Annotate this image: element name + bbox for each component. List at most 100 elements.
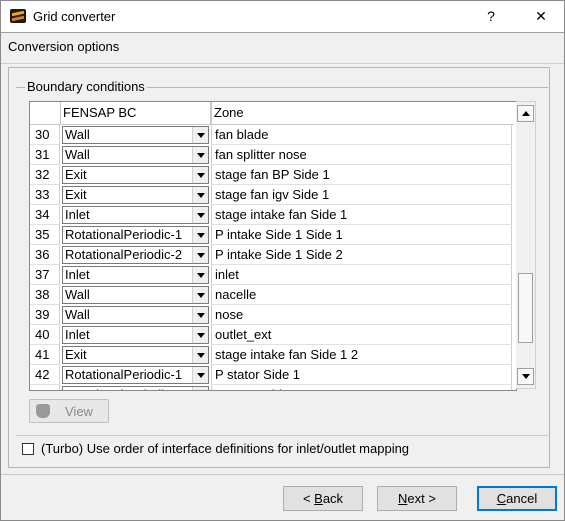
row-number: 33 bbox=[30, 185, 60, 205]
fensap-bc-dropdown[interactable]: Wall bbox=[62, 306, 209, 324]
title-bar[interactable]: Grid converter ? ✕ bbox=[1, 1, 564, 32]
zone-cell: P intake Side 1 Side 2 bbox=[211, 245, 512, 265]
cancel-rest: ancel bbox=[506, 491, 538, 506]
fensap-bc-dropdown[interactable]: Wall bbox=[62, 286, 209, 304]
row-number: 35 bbox=[30, 225, 60, 245]
row-header-corner bbox=[30, 102, 61, 125]
chevron-down-icon[interactable] bbox=[192, 267, 208, 283]
zone-cell: stage fan BP Side 1 bbox=[211, 165, 512, 185]
zone-cell: fan splitter nose bbox=[211, 145, 512, 165]
zone-cell: P stator Side 2 bbox=[211, 385, 512, 390]
app-icon bbox=[10, 9, 26, 23]
zone-cell: stage intake fan Side 1 2 bbox=[211, 345, 512, 365]
cancel-accel: C bbox=[496, 491, 507, 506]
table-row[interactable]: 32 Exit stage fan BP Side 1 bbox=[30, 165, 516, 185]
chevron-down-icon[interactable] bbox=[192, 307, 208, 323]
zone-cell: inlet bbox=[211, 265, 512, 285]
zone-cell: stage fan igv Side 1 bbox=[211, 185, 512, 205]
zone-cell: nose bbox=[211, 305, 512, 325]
chevron-down-icon[interactable] bbox=[192, 167, 208, 183]
scrollbar-thumb[interactable] bbox=[518, 273, 533, 343]
table-row[interactable]: 36 RotationalPeriodic-2 P intake Side 1 Si… bbox=[30, 245, 516, 265]
chevron-down-icon[interactable] bbox=[192, 347, 208, 363]
boundary-conditions-label: Boundary conditions bbox=[25, 79, 147, 94]
help-button[interactable]: ? bbox=[471, 1, 511, 32]
fensap-bc-value: Wall bbox=[65, 147, 90, 162]
fensap-bc-value: Wall bbox=[65, 307, 90, 322]
row-number: 34 bbox=[30, 205, 60, 225]
back-rest: ack bbox=[322, 491, 344, 506]
section-divider bbox=[1, 63, 564, 64]
fensap-bc-dropdown[interactable]: Exit bbox=[62, 346, 209, 364]
view-button-label: View bbox=[65, 404, 93, 419]
chevron-down-icon[interactable] bbox=[192, 327, 208, 343]
table-row[interactable]: 37 Inlet inlet bbox=[30, 265, 516, 285]
fensap-bc-value: Inlet bbox=[65, 327, 90, 342]
back-accel: B bbox=[314, 491, 323, 506]
fensap-bc-value: Inlet bbox=[65, 207, 90, 222]
turbo-checkbox-label[interactable]: (Turbo) Use order of interface definitio… bbox=[41, 441, 409, 456]
fensap-bc-value: Exit bbox=[65, 187, 87, 202]
next-button[interactable]: Next > bbox=[377, 486, 457, 511]
table-row[interactable]: 38 Wall nacelle bbox=[30, 285, 516, 305]
shield-icon bbox=[36, 404, 50, 418]
scroll-down-arrow-icon[interactable] bbox=[517, 368, 534, 385]
cancel-button[interactable]: Cancel bbox=[477, 486, 557, 511]
row-number: 40 bbox=[30, 325, 60, 345]
fensap-bc-dropdown[interactable]: RotationalPeriodic-2 bbox=[62, 246, 209, 264]
fensap-bc-dropdown[interactable]: RotationalPeriodic-1 bbox=[62, 366, 209, 384]
fensap-bc-dropdown[interactable]: Inlet bbox=[62, 326, 209, 344]
fensap-bc-value: Inlet bbox=[65, 267, 90, 282]
table-row[interactable]: 30 Wall fan blade bbox=[30, 125, 516, 145]
fensap-bc-dropdown[interactable]: Exit bbox=[62, 166, 209, 184]
chevron-down-icon[interactable] bbox=[192, 207, 208, 223]
chevron-down-icon[interactable] bbox=[192, 187, 208, 203]
scroll-up-arrow-icon[interactable] bbox=[517, 105, 534, 122]
chevron-down-icon[interactable] bbox=[192, 387, 208, 390]
table-row[interactable]: 35 RotationalPeriodic-1 P intake Side 1 Si… bbox=[30, 225, 516, 245]
window-title: Grid converter bbox=[33, 9, 116, 24]
grid-vertical-scrollbar[interactable] bbox=[516, 101, 536, 389]
row-number: 39 bbox=[30, 305, 60, 325]
title-divider bbox=[1, 32, 564, 33]
next-suffix: > bbox=[424, 491, 436, 506]
table-row[interactable]: 41 Exit stage intake fan Side 1 2 bbox=[30, 345, 516, 365]
boundary-conditions-grid[interactable]: FENSAP BC Zone 30 Wall fan blade 31 Wall fan … bbox=[29, 101, 517, 391]
table-row[interactable]: 34 Inlet stage intake fan Side 1 bbox=[30, 205, 516, 225]
fensap-bc-dropdown[interactable]: Exit bbox=[62, 186, 209, 204]
fensap-bc-dropdown[interactable]: Wall bbox=[62, 146, 209, 164]
next-accel: N bbox=[398, 491, 408, 506]
row-number: 37 bbox=[30, 265, 60, 285]
turbo-checkbox[interactable] bbox=[22, 443, 34, 455]
close-icon: ✕ bbox=[535, 8, 547, 24]
close-button[interactable]: ✕ bbox=[521, 1, 561, 32]
column-header-zone[interactable]: Zone bbox=[211, 102, 514, 125]
table-row[interactable]: 43 RotationalPeriodic-2 P stator Side 2 bbox=[30, 385, 516, 390]
row-number: 41 bbox=[30, 345, 60, 365]
fensap-bc-dropdown[interactable]: RotationalPeriodic-2 bbox=[62, 386, 209, 390]
row-number: 31 bbox=[30, 145, 60, 165]
zone-cell: fan blade bbox=[211, 125, 512, 145]
row-number: 38 bbox=[30, 285, 60, 305]
fensap-bc-dropdown[interactable]: Wall bbox=[62, 126, 209, 144]
view-button[interactable]: View bbox=[29, 399, 109, 423]
table-row[interactable]: 33 Exit stage fan igv Side 1 bbox=[30, 185, 516, 205]
chevron-down-icon[interactable] bbox=[192, 127, 208, 143]
fensap-bc-dropdown[interactable]: RotationalPeriodic-1 bbox=[62, 226, 209, 244]
fensap-bc-dropdown[interactable]: Inlet bbox=[62, 206, 209, 224]
row-number: 42 bbox=[30, 365, 60, 385]
chevron-down-icon[interactable] bbox=[192, 227, 208, 243]
table-row[interactable]: 40 Inlet outlet_ext bbox=[30, 325, 516, 345]
chevron-down-icon[interactable] bbox=[192, 367, 208, 383]
fensap-bc-dropdown[interactable]: Inlet bbox=[62, 266, 209, 284]
chevron-down-icon[interactable] bbox=[192, 147, 208, 163]
chevron-down-icon[interactable] bbox=[192, 287, 208, 303]
column-header-fensap-bc[interactable]: FENSAP BC bbox=[61, 102, 211, 125]
table-row[interactable]: 39 Wall nose bbox=[30, 305, 516, 325]
table-row[interactable]: 31 Wall fan splitter nose bbox=[30, 145, 516, 165]
table-row[interactable]: 42 RotationalPeriodic-1 P stator Side 1 bbox=[30, 365, 516, 385]
back-button[interactable]: < Back bbox=[283, 486, 363, 511]
row-number: 30 bbox=[30, 125, 60, 145]
back-prefix: < bbox=[302, 491, 315, 506]
chevron-down-icon[interactable] bbox=[192, 247, 208, 263]
